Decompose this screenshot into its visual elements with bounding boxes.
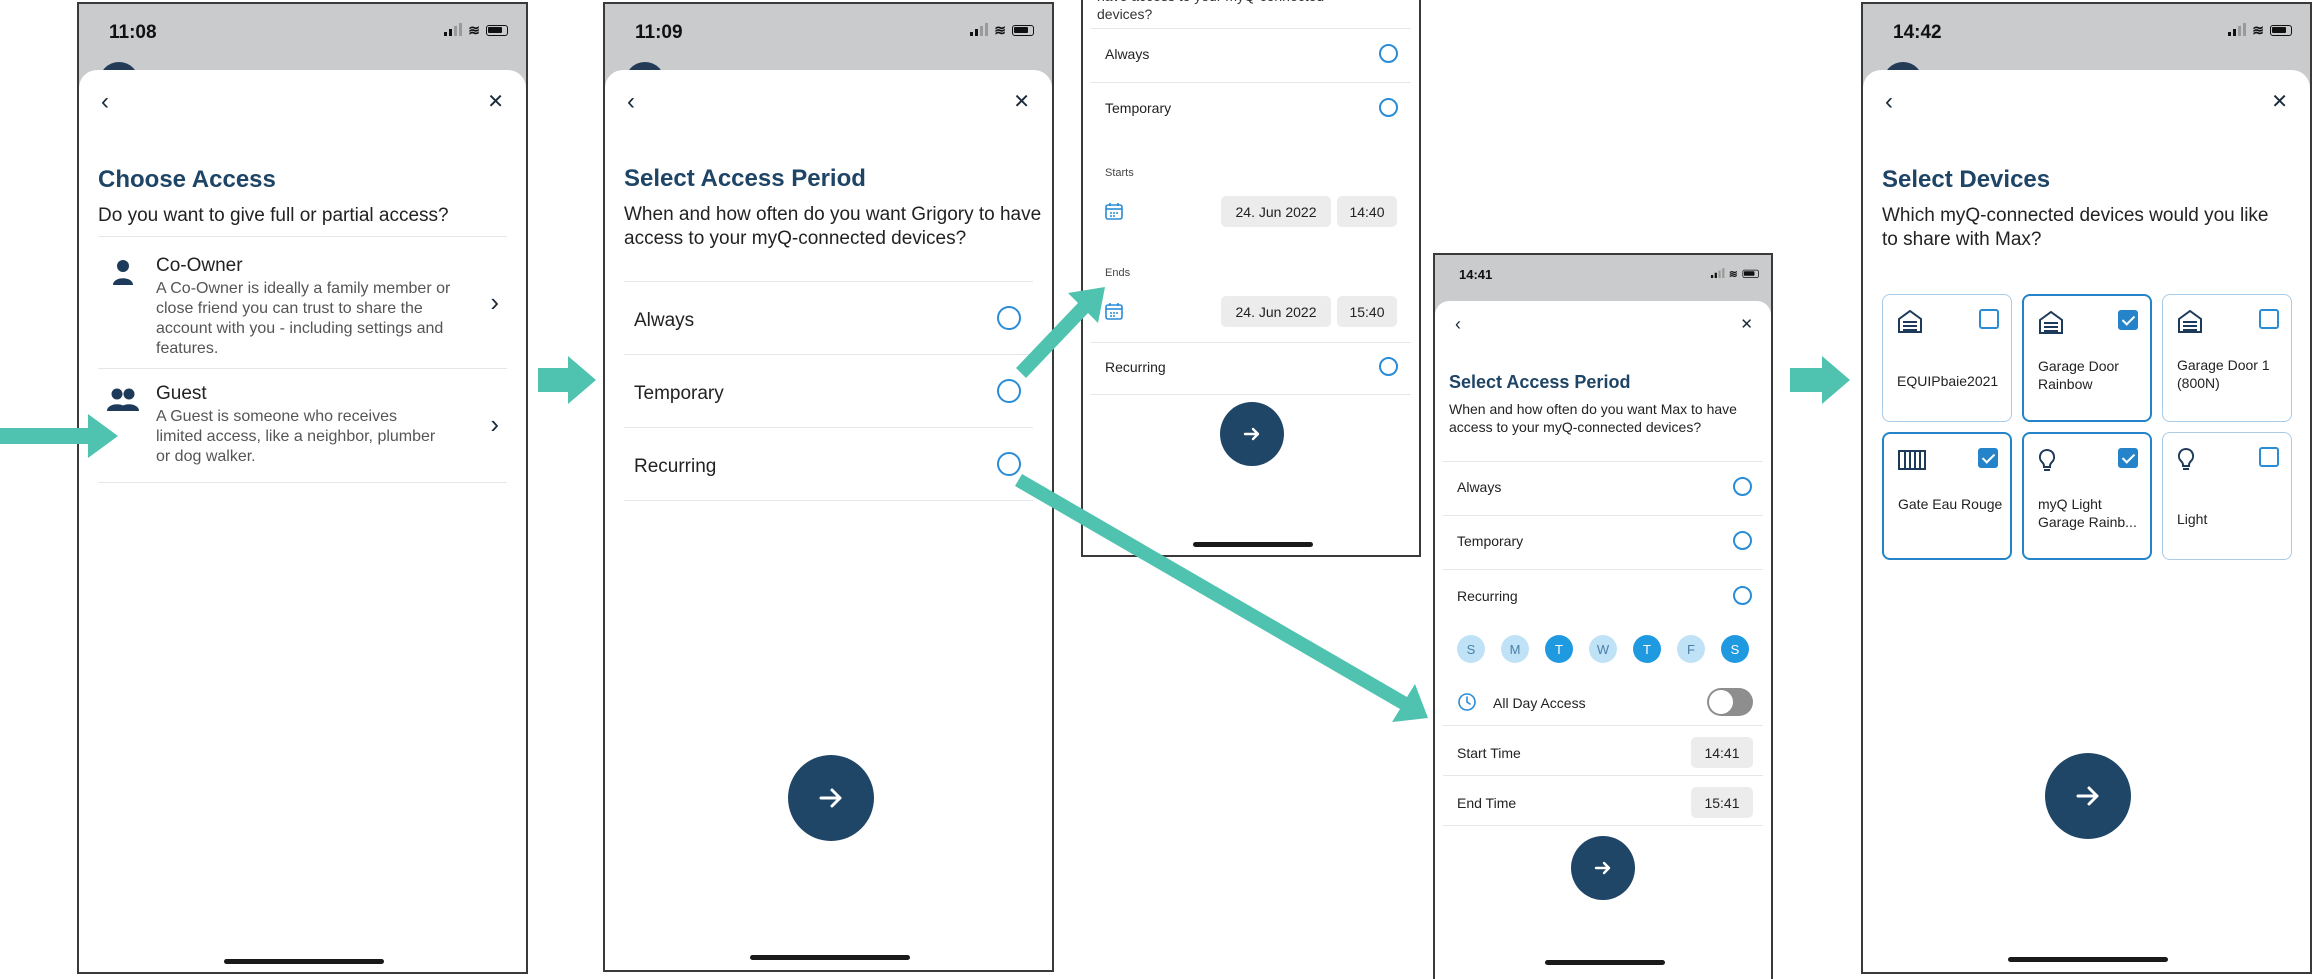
flow-arrow-into-guest	[0, 414, 118, 458]
flow-arrow-screen1-to-screen2	[538, 356, 596, 404]
flow-canvas: 11:08 ≋ ‹ ✕ Choose Access Do you want to…	[0, 0, 2315, 979]
flow-arrow-recurring	[1015, 474, 1428, 722]
flow-arrow-temporary	[1016, 287, 1105, 378]
flow-arrows	[0, 287, 1850, 722]
flow-arrow-screen4-to-screen5	[1790, 356, 1850, 404]
